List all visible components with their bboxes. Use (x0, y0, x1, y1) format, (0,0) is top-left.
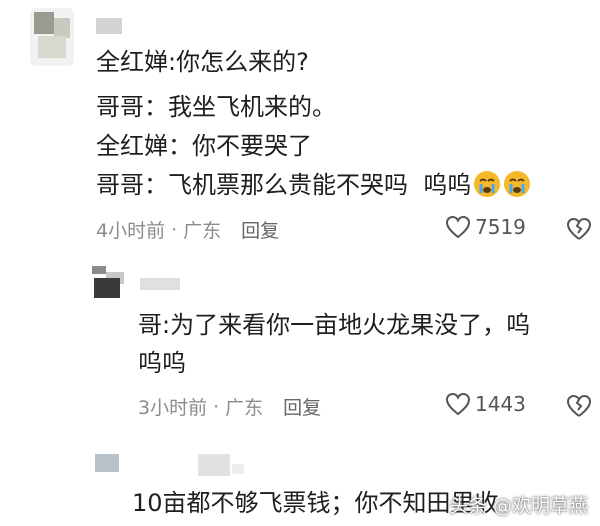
username (232, 464, 244, 474)
comment-location: 广东 (225, 397, 264, 419)
comment-line: 10亩都不够飞票钱；你不知田里收 (132, 489, 499, 517)
avatar[interactable] (92, 266, 126, 300)
watermark: 头条 @欢明草燕 (448, 495, 588, 517)
comment-meta: 3小时前 · 广东 回复 (138, 393, 321, 420)
comment-line: 全红婵:你怎么来的? (96, 48, 309, 76)
comment-time: 3小时前 (138, 397, 208, 419)
like-button[interactable]: 7519 (445, 215, 526, 239)
separator-dot: · (213, 395, 220, 418)
like-button[interactable]: 1443 (445, 392, 526, 416)
like-count: 7519 (475, 215, 526, 239)
username[interactable] (96, 18, 122, 34)
avatar[interactable] (30, 8, 74, 66)
like-count: 1443 (475, 392, 526, 416)
broken-heart-icon[interactable] (566, 394, 592, 418)
heart-icon (445, 215, 471, 239)
comment-text: 哥哥：飞机票那么贵能不哭吗 (96, 171, 408, 199)
heart-icon (445, 392, 471, 416)
username[interactable] (198, 454, 230, 476)
comment-line: 哥哥：我坐飞机来的。 (96, 93, 336, 121)
comment-line: 全红婵：你不要哭了 (96, 132, 312, 160)
avatar[interactable] (93, 450, 123, 480)
comment-text: 呜呜 (423, 171, 472, 199)
broken-heart-icon[interactable] (566, 217, 592, 241)
comment-time: 4小时前 (96, 220, 166, 242)
reply-button[interactable]: 回复 (241, 216, 279, 243)
comment-line: 呜呜 (138, 349, 186, 377)
crying-emoji-icon (474, 171, 501, 197)
crying-emoji-icon (504, 171, 531, 197)
comment-location: 广东 (183, 220, 222, 242)
username[interactable] (140, 278, 180, 290)
separator-dot: · (171, 218, 178, 241)
comment-line: 哥哥：飞机票那么贵能不哭吗 呜呜 (96, 170, 531, 200)
reply-button[interactable]: 回复 (283, 393, 321, 420)
comment-line: 哥:为了来看你一亩地火龙果没了，呜 (138, 311, 531, 339)
comment-meta: 4小时前 · 广东 回复 (96, 216, 279, 243)
